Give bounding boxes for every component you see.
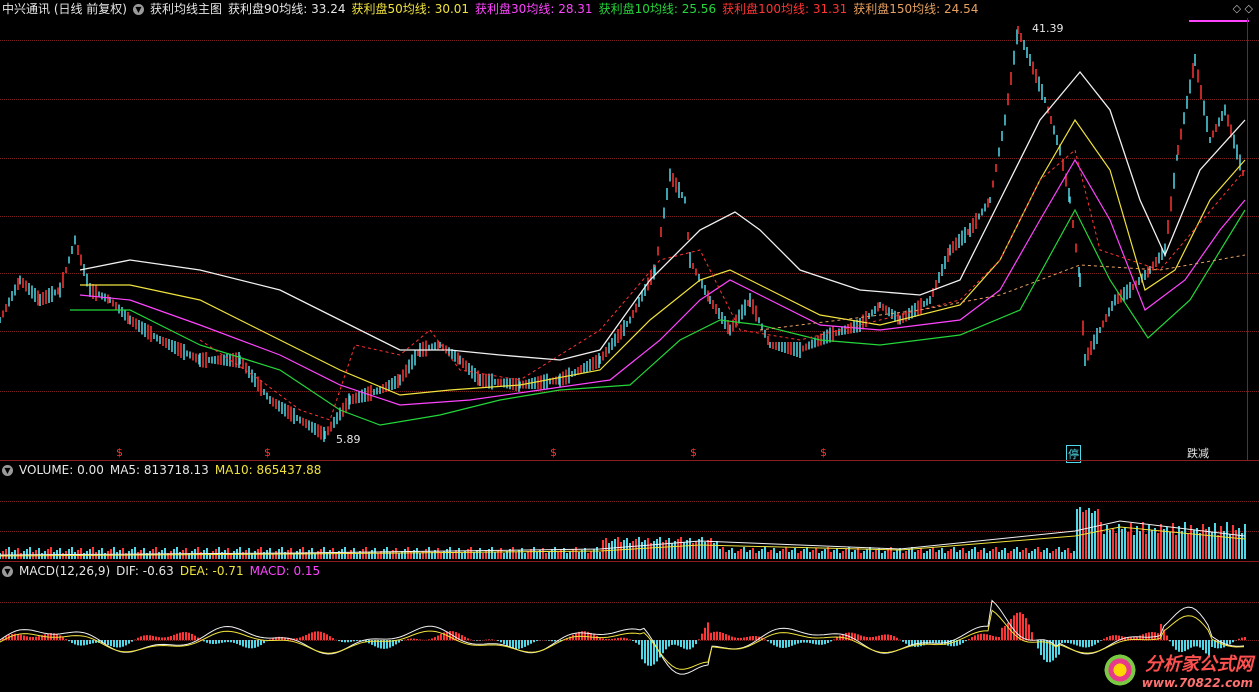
signal-marker: $ — [820, 446, 827, 459]
flower-logo-icon — [1101, 652, 1138, 688]
ma50-line — [80, 118, 1246, 396]
right-edge — [1247, 18, 1248, 460]
signal-marker: $ — [550, 446, 557, 459]
signal-marker: $ — [690, 446, 697, 459]
signal-tag: 跌减 — [1187, 447, 1209, 460]
watermark-brand: 分析家公式网 — [1145, 654, 1253, 675]
main-chart-pane[interactable]: 中兴通讯 (日线 前复权) ▼ 获利均线主图 获利盘90均线: 33.24 获利… — [0, 0, 1259, 463]
ma90-line — [79, 70, 1246, 361]
volume-chart-canvas[interactable] — [0, 461, 1259, 561]
watermark-url: www.70822.com — [1141, 676, 1253, 690]
signal-marker: $ — [116, 446, 123, 459]
low-price-label: 5.89 — [336, 433, 361, 446]
macd-pane[interactable]: ▼ MACD(12,26,9) DIF: -0.63 DEA: -0.71 MA… — [0, 562, 1259, 692]
high-price-label: 41.39 — [1032, 22, 1064, 35]
price-chart-canvas[interactable] — [0, 0, 1259, 460]
volume-pane[interactable]: ▼ VOLUME: 0.00 MA5: 813718.13 MA10: 8654… — [0, 461, 1259, 561]
watermark: 分析家公式网 www.70822.com — [1101, 650, 1253, 690]
macd-chart-canvas[interactable] — [0, 562, 1259, 692]
ma10-line — [70, 208, 1246, 426]
signal-marker: $ — [264, 446, 271, 459]
ma150-line — [759, 254, 1246, 331]
